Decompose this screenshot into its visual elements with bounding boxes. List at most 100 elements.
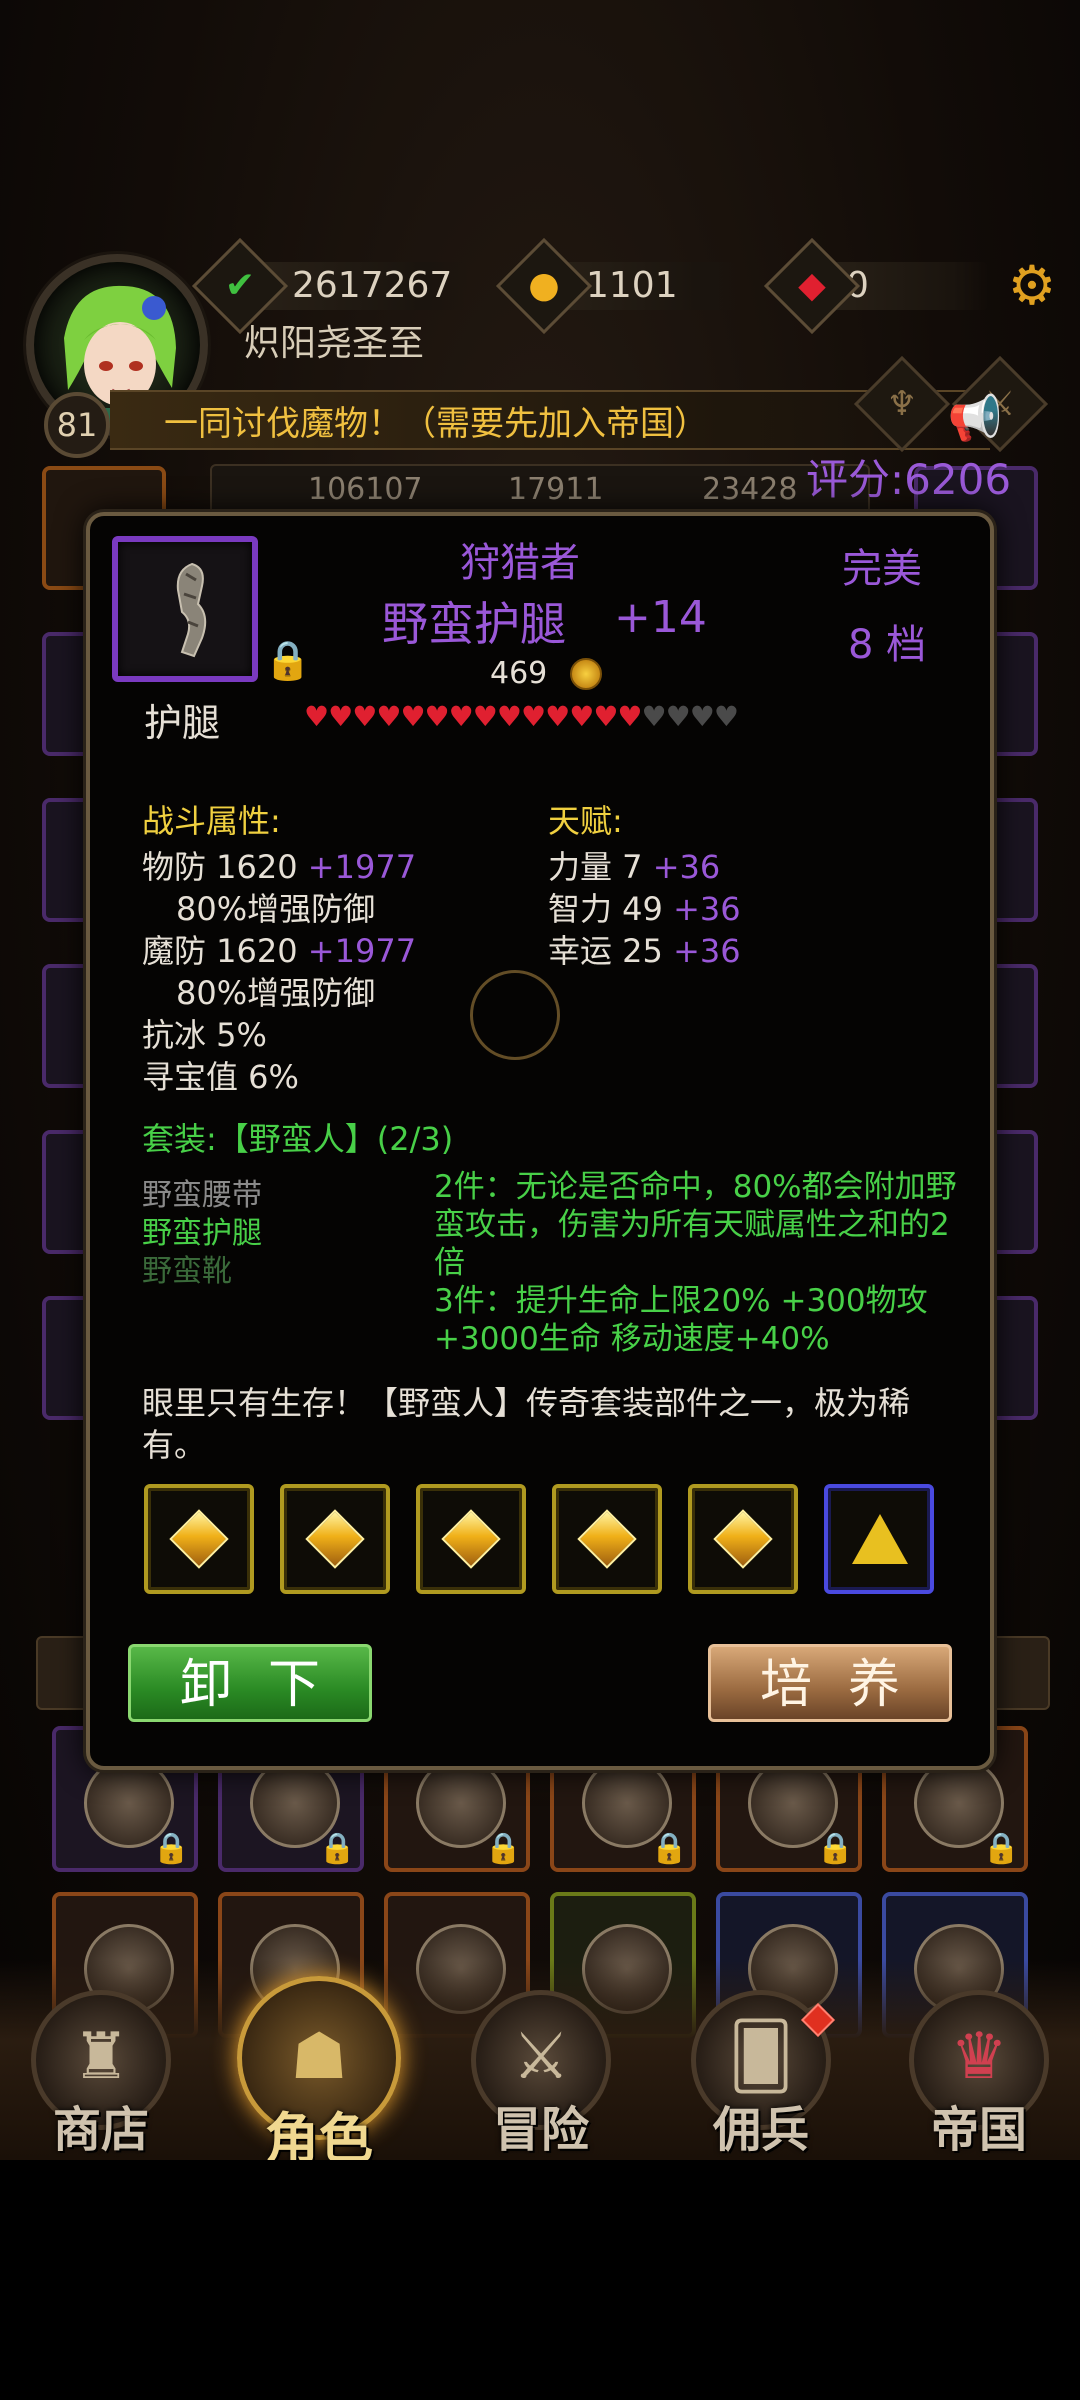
heart-full-icon: ♥ xyxy=(424,700,450,733)
megaphone-icon[interactable]: 📢 xyxy=(946,392,1004,446)
item-flavor-text: 眼里只有生存！【野蛮人】传奇套装部件之一，极为稀有。 xyxy=(142,1384,911,1464)
heart-empty-icon: ♥ xyxy=(689,700,715,733)
heart-full-icon: ♥ xyxy=(496,700,522,733)
item-icon-slot xyxy=(112,536,258,682)
stat-bonus: +36 xyxy=(652,848,721,886)
stat-ice-resist: 抗冰 5% xyxy=(142,1016,267,1054)
character-stats-strip: 106107 17911 23428 xyxy=(210,464,870,516)
nav-mercenary-label: 佣兵 xyxy=(712,2102,809,2158)
item-type: 护腿 xyxy=(144,701,221,745)
player-name: 炽阳尧圣至 xyxy=(244,323,425,364)
gold-coin-icon xyxy=(570,658,602,690)
heart-full-icon: ♥ xyxy=(352,700,377,733)
nav-adventure[interactable]: ⚔ 冒险 xyxy=(466,1990,616,2160)
score-label: 评分:6206 xyxy=(806,455,1012,504)
crest-icon: ♆ xyxy=(886,384,918,424)
heart-empty-icon: ♥ xyxy=(641,700,667,733)
heart-full-icon: ♥ xyxy=(400,700,425,733)
yellow-gem-icon xyxy=(305,1509,365,1569)
announcement-text: 一同讨伐魔物！（需要先加入帝国） xyxy=(164,404,708,444)
item-quality: 完美 xyxy=(842,546,922,592)
gold-value: 1101 xyxy=(586,265,678,306)
heart-full-icon: ♥ xyxy=(593,700,618,733)
heart-empty-icon: ♥ xyxy=(665,700,691,733)
stat-label: 物防 1620 xyxy=(142,848,298,886)
item-set-name: 狩猎者 xyxy=(460,540,580,586)
bg-stat-attack: 17911 xyxy=(508,472,604,507)
set-bonus-title: 套装:【野蛮人】(2/3) xyxy=(142,1120,454,1158)
yellow-gem-icon xyxy=(577,1509,637,1569)
lock-icon: 🔒 xyxy=(816,1831,854,1866)
yellow-gem-icon xyxy=(441,1509,501,1569)
gem-socket-5[interactable] xyxy=(688,1484,798,1594)
item-name: 野蛮护腿 xyxy=(382,597,566,651)
yellow-gem-icon xyxy=(169,1509,229,1569)
triangle-gem-icon xyxy=(852,1514,908,1564)
talent-header: 天赋: xyxy=(548,802,623,840)
heart-full-icon: ♥ xyxy=(376,700,401,733)
nav-shop-label: 商店 xyxy=(52,2102,149,2158)
lock-icon: 🔒 xyxy=(484,1831,522,1866)
nav-adventure-label: 冒险 xyxy=(492,2102,589,2158)
stat-bonus: +1977 xyxy=(307,932,417,970)
stat-def-boost: 80%增强防御 xyxy=(176,974,376,1012)
talent-luck: 幸运 25 +36 xyxy=(548,926,741,972)
gem-socket-1[interactable] xyxy=(144,1484,254,1594)
stat-bonus: +36 xyxy=(673,890,741,928)
lock-icon: 🔒 xyxy=(650,1831,688,1866)
game-screen: 106107 17911 23428 🔒 🔒 🔒 🔒 🔒 🔒 2617267 ✔… xyxy=(0,0,1080,2160)
gold-coin-icon: ● xyxy=(528,265,560,306)
gem-icon-frame[interactable]: ◆ xyxy=(763,237,861,335)
stat-label: 力量 7 xyxy=(548,848,643,886)
item-enhance-level: +14 xyxy=(614,592,707,643)
wing-icon: ✔ xyxy=(224,265,256,306)
stat-treasure-find: 寻宝值 6% xyxy=(142,1058,299,1096)
nav-shop[interactable]: ♜ 商店 xyxy=(26,1990,176,2160)
gem-socket-6[interactable] xyxy=(824,1484,934,1594)
crown-icon: ♛ xyxy=(950,2020,1008,2094)
talent-strength: 力量 7 +36 xyxy=(548,842,720,888)
heart-full-icon: ♥ xyxy=(569,700,594,733)
exp-value: 2617267 xyxy=(292,265,453,306)
leg-guard-icon xyxy=(176,562,207,658)
bg-stat-hp: 106107 xyxy=(308,472,423,507)
heart-full-icon: ♥ xyxy=(328,700,353,733)
gem-socket-2[interactable] xyxy=(280,1484,390,1594)
lock-icon: 🔒 xyxy=(318,1831,356,1866)
system-letterbox xyxy=(0,2160,1080,2400)
hood-icon: ☗ xyxy=(290,2020,348,2094)
castle-icon: ♜ xyxy=(72,2020,130,2094)
ruby-icon: ◆ xyxy=(798,265,826,306)
item-price: 469 xyxy=(490,656,548,691)
train-button[interactable]: 培养 xyxy=(708,1644,952,1722)
yellow-gem-icon xyxy=(713,1509,773,1569)
lock-icon[interactable]: 🔒 xyxy=(264,638,311,683)
nav-empire-label: 帝国 xyxy=(930,2102,1027,2158)
stat-magic-def: 魔防 1620 +1977 xyxy=(142,926,416,972)
heart-full-icon: ♥ xyxy=(545,700,570,733)
heart-empty-icon: ♥ xyxy=(713,700,739,733)
gem-socket-4[interactable] xyxy=(552,1484,662,1594)
unequip-button[interactable]: 卸下 xyxy=(128,1644,372,1722)
durability-hearts: ♥♥♥♥♥♥♥♥♥♥♥♥♥♥♥♥♥♥ xyxy=(304,700,739,734)
settings-gear-icon[interactable]: ⚙ xyxy=(1004,258,1060,314)
bg-stat-defense: 23428 xyxy=(702,472,798,507)
crossed-swords-icon: ⚔ xyxy=(512,2020,570,2094)
nav-empire[interactable]: ♛ 帝国 xyxy=(904,1990,1054,2160)
gem-socket-3[interactable] xyxy=(416,1484,526,1594)
talent-intelligence: 智力 49 +36 xyxy=(548,884,741,930)
touch-indicator xyxy=(470,970,560,1060)
set-effect-2pc: 2件：无论是否命中，80%都会附加野蛮攻击，伤害为所有天赋属性之和的2倍 xyxy=(434,1169,957,1281)
heart-full-icon: ♥ xyxy=(472,700,498,733)
stat-label: 魔防 1620 xyxy=(142,932,298,970)
gold-icon-frame[interactable]: ● xyxy=(495,237,593,335)
stat-bonus: +36 xyxy=(673,932,741,970)
heart-full-icon: ♥ xyxy=(520,700,546,733)
nav-character-label: 角色 xyxy=(265,2107,373,2160)
nav-character[interactable]: ☗ 角色 xyxy=(237,1976,401,2160)
level-badge: 81 xyxy=(44,392,110,458)
stat-bonus: +1977 xyxy=(307,848,417,886)
set-effect-3pc: 3件：提升生命上限20% +300物攻 +3000生命 移动速度+40% xyxy=(434,1283,928,1357)
stat-phys-def: 物防 1620 +1977 xyxy=(142,842,416,888)
stat-label: 幸运 25 xyxy=(548,932,663,970)
